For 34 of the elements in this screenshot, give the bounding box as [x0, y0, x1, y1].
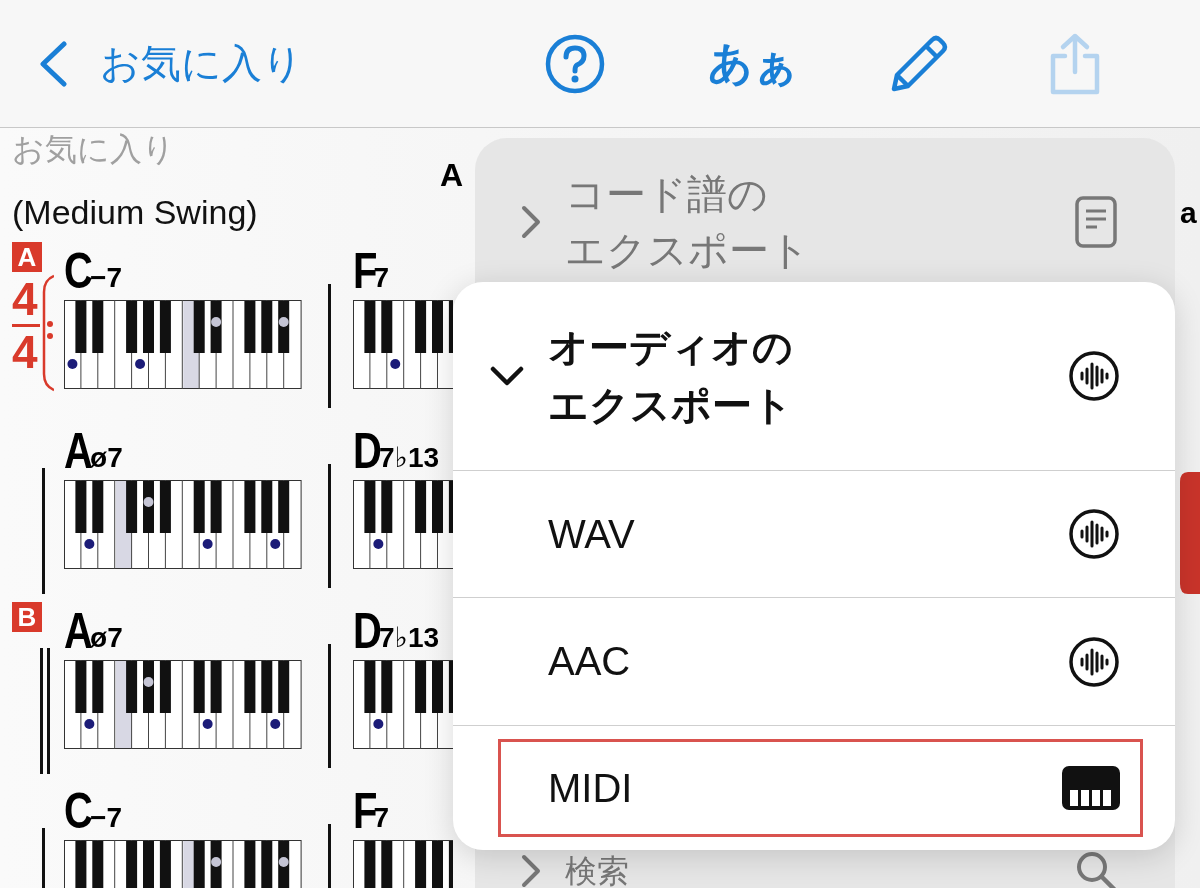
chord-symbol: F7	[353, 242, 390, 296]
menu-option[interactable]: WAV	[498, 485, 1143, 584]
chord-symbol: Aø7	[64, 602, 123, 656]
section-marker: B	[12, 602, 42, 632]
search-icon	[1075, 850, 1117, 888]
chord-symbol: C−7	[64, 782, 123, 836]
section-marker: A	[12, 242, 42, 272]
chord-symbol: D7♭13	[353, 422, 440, 476]
chord-symbol: C−7	[64, 242, 123, 296]
piano-icon	[1062, 766, 1120, 811]
back-chevron-icon[interactable]	[38, 40, 68, 87]
back-button[interactable]: お気に入り	[100, 36, 303, 91]
menu-option[interactable]: AAC	[498, 612, 1143, 711]
menu-item[interactable]: 検索	[475, 850, 1175, 888]
font-size-button[interactable]: あぁ	[708, 34, 798, 93]
menu-item-label: コード譜の エクスポート	[565, 170, 811, 275]
menu-item-label: 検索	[565, 853, 630, 888]
breadcrumb: お気に入り	[12, 129, 175, 170]
submenu-title: オーディオの エクスポート	[548, 322, 794, 430]
chord-symbol: a	[1180, 196, 1197, 230]
chord-symbol: Aø7	[64, 422, 123, 476]
time-signature: 4 4	[12, 274, 40, 377]
help-icon[interactable]	[545, 33, 605, 94]
style-label: (Medium Swing)	[12, 192, 258, 233]
waveform-icon	[1068, 508, 1120, 561]
document-icon	[1075, 196, 1117, 248]
chord-symbol: D7♭13	[353, 602, 440, 656]
chord-symbol: F7	[353, 782, 390, 836]
waveform-icon	[1068, 349, 1120, 402]
menu-item[interactable]: コード譜の エクスポート	[475, 138, 1175, 278]
song-title: A	[440, 157, 464, 193]
menu-option[interactable]: MIDI	[498, 739, 1143, 838]
waveform-icon	[1068, 635, 1120, 688]
submenu-header[interactable]: オーディオの エクスポート	[453, 282, 1175, 471]
